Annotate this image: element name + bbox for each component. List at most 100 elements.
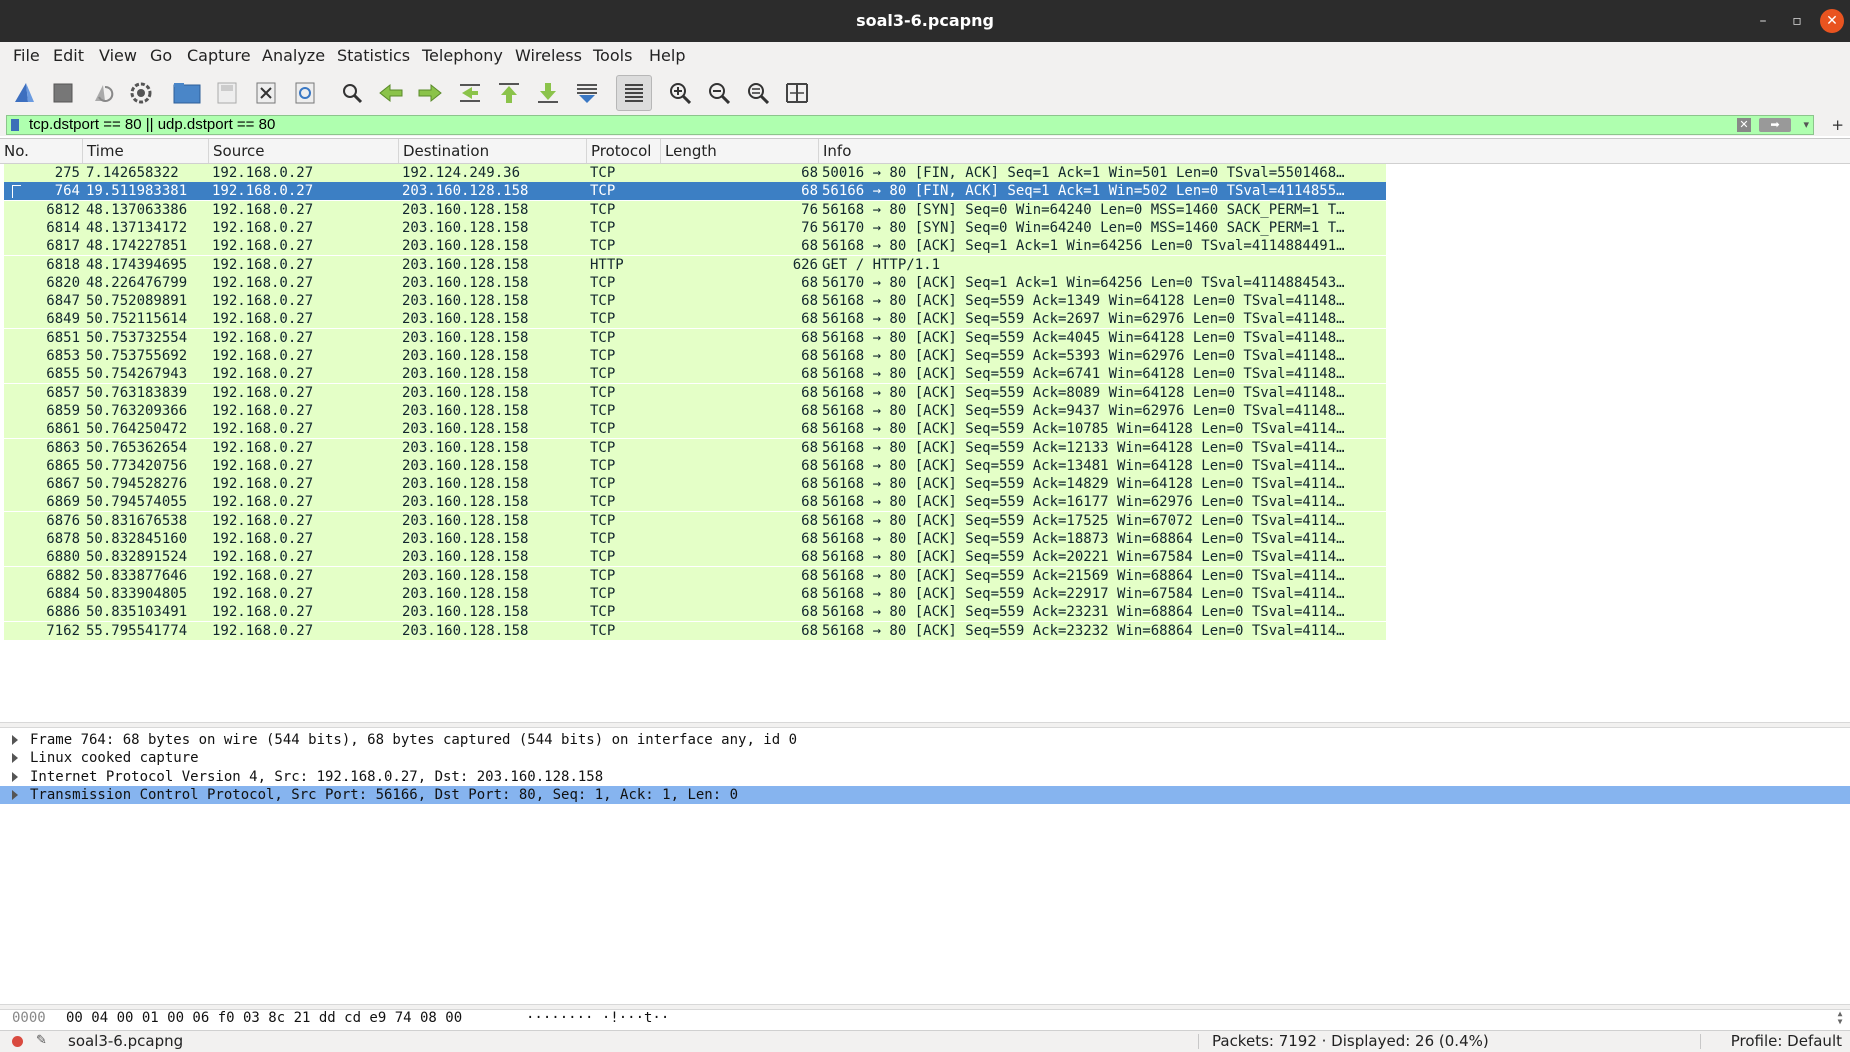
menu-help[interactable]: Help [649, 42, 685, 70]
expand-arrow-icon[interactable] [12, 771, 18, 782]
detail-tree-item[interactable]: Internet Protocol Version 4, Src: 192.16… [0, 768, 1850, 786]
packet-length: 68 [801, 384, 818, 401]
detail-tree-item[interactable]: Linux cooked capture [0, 749, 1850, 767]
zoom-out-icon[interactable] [704, 78, 734, 108]
capture-options-icon[interactable] [126, 78, 156, 108]
packet-row[interactable]: 6818 48.174394695 192.168.0.27 203.160.128.… [4, 255, 1386, 274]
column-header-source[interactable]: Source [208, 139, 398, 163]
expand-arrow-icon[interactable] [12, 735, 18, 745]
column-header-time[interactable]: Time [82, 139, 208, 163]
menu-capture[interactable]: Capture [187, 42, 251, 70]
packet-row[interactable]: 6849 50.752115614 192.168.0.27 203.160.128.… [4, 310, 1386, 329]
apply-filter-icon[interactable]: ➡ [1759, 118, 1791, 132]
maximize-icon[interactable]: ▫ [1785, 9, 1809, 33]
menu-edit[interactable]: Edit [53, 42, 84, 70]
resize-columns-icon[interactable] [782, 78, 812, 108]
autoscroll-icon[interactable] [572, 78, 602, 108]
packet-row[interactable]: 6812 48.137063386 192.168.0.27 203.160.128.… [4, 200, 1386, 219]
column-header-info[interactable]: Info [818, 139, 1388, 163]
packet-row[interactable]: 6820 48.226476799 192.168.0.27 203.160.128.… [4, 273, 1386, 292]
packet-row[interactable]: 6880 50.832891524 192.168.0.27 203.160.128.… [4, 548, 1386, 567]
packet-row[interactable]: 6859 50.763209366 192.168.0.27 203.160.128.… [4, 401, 1386, 420]
detail-tree-item[interactable]: Frame 764: 68 bytes on wire (544 bits), … [0, 731, 1850, 749]
close-file-icon[interactable] [251, 78, 281, 108]
colorize-icon[interactable] [616, 75, 652, 111]
packet-row[interactable]: 6867 50.794528276 192.168.0.27 203.160.128.… [4, 475, 1386, 494]
detail-tree-item[interactable]: Transmission Control Protocol, Src Port:… [0, 785, 1850, 804]
packet-row[interactable]: 6886 50.835103491 192.168.0.27 203.160.128.… [4, 603, 1386, 622]
bytes-scrollbar[interactable]: ▲ ▼ [1834, 1010, 1846, 1027]
packet-source: 192.168.0.27 [212, 439, 314, 456]
menu-statistics[interactable]: Statistics [337, 42, 410, 70]
restart-capture-icon[interactable] [88, 78, 118, 108]
bytes-ascii[interactable]: ········ ·!···t·· [526, 1010, 669, 1027]
packet-time: 50.752115614 [86, 311, 188, 328]
expand-arrow-icon[interactable] [12, 753, 18, 764]
find-packet-icon[interactable] [337, 78, 367, 108]
menu-telephony[interactable]: Telephony [422, 42, 503, 70]
packet-row[interactable]: 6863 50.765362654 192.168.0.27 203.160.128.… [4, 438, 1386, 457]
expert-info-icon[interactable] [12, 1036, 23, 1047]
go-forward-icon[interactable] [415, 78, 445, 108]
scroll-down-icon[interactable]: ▼ [1834, 1018, 1846, 1026]
filter-history-dropdown-icon[interactable]: ▾ [1803, 116, 1809, 134]
packet-length: 68 [801, 183, 818, 200]
packet-row[interactable]: 6869 50.794574055 192.168.0.27 203.160.128.… [4, 493, 1386, 512]
save-file-icon[interactable] [212, 78, 242, 108]
clear-filter-icon[interactable]: ✕ [1737, 118, 1751, 132]
expand-arrow-icon[interactable] [12, 789, 18, 800]
status-profile[interactable]: Profile: Default [1731, 1031, 1842, 1052]
packet-destination: 203.160.128.158 [402, 384, 529, 401]
column-header-no[interactable]: No. [0, 139, 84, 163]
packet-row[interactable]: 6882 50.833877646 192.168.0.27 203.160.128.… [4, 566, 1386, 585]
packet-row[interactable]: 6861 50.764250472 192.168.0.27 203.160.128.… [4, 420, 1386, 439]
normal-size-icon[interactable] [743, 78, 773, 108]
packet-row[interactable]: 6853 50.753755692 192.168.0.27 203.160.128.… [4, 347, 1386, 365]
packet-row[interactable]: 7162 55.795541774 192.168.0.27 203.160.128.… [4, 621, 1386, 640]
packet-row[interactable]: 6876 50.831676538 192.168.0.27 203.160.128.… [4, 511, 1386, 530]
menu-view[interactable]: View [99, 42, 137, 70]
filter-bookmark-icon[interactable] [11, 119, 19, 131]
status-file-name: soal3-6.pcapng [68, 1032, 184, 1050]
packet-row[interactable]: 6857 50.763183839 192.168.0.27 203.160.128.… [4, 383, 1386, 402]
packet-row[interactable]: 6855 50.754267943 192.168.0.27 203.160.128.… [4, 365, 1386, 384]
display-filter-input[interactable]: tcp.dstport == 80 || udp.dstport == 80 ✕… [6, 115, 1814, 135]
packet-row[interactable]: 6817 48.174227851 192.168.0.27 203.160.128.… [4, 237, 1386, 256]
packet-row[interactable]: 275 7.142658322 192.168.0.27 192.124.249.36… [4, 164, 1386, 182]
menu-file[interactable]: File [13, 42, 40, 70]
packet-protocol: TCP [590, 476, 616, 493]
packet-row[interactable]: 6878 50.832845160 192.168.0.27 203.160.128.… [4, 530, 1386, 548]
menu-tools[interactable]: Tools [593, 42, 632, 70]
go-to-packet-icon[interactable] [455, 78, 485, 108]
minimize-icon[interactable]: – [1751, 9, 1775, 33]
packet-row[interactable]: 6851 50.753732554 192.168.0.27 203.160.128.… [4, 328, 1386, 347]
go-back-icon[interactable] [376, 78, 406, 108]
bytes-hex[interactable]: 00 04 00 01 00 06 f0 03 8c 21 dd cd e9 7… [66, 1010, 462, 1027]
add-filter-button-icon[interactable]: + [1831, 114, 1844, 136]
zoom-in-icon[interactable] [665, 78, 695, 108]
packet-destination: 203.160.128.158 [402, 549, 529, 566]
menu-go[interactable]: Go [150, 42, 172, 70]
column-header-length[interactable]: Length [660, 139, 820, 163]
column-header-protocol[interactable]: Protocol [586, 139, 660, 163]
bytes-offset: 0000 [12, 1010, 46, 1026]
open-file-icon[interactable] [172, 78, 202, 108]
packet-destination: 203.160.128.158 [402, 494, 529, 511]
column-header-destination[interactable]: Destination [398, 139, 588, 163]
packet-row[interactable]: 6865 50.773420756 192.168.0.27 203.160.128.… [4, 456, 1386, 475]
packet-info: 56168 → 80 [ACK] Seq=559 Ack=22917 Win=6… [822, 585, 1345, 602]
display-filter-text[interactable]: tcp.dstport == 80 || udp.dstport == 80 [29, 116, 275, 134]
stop-capture-icon[interactable] [48, 78, 78, 108]
menu-wireless[interactable]: Wireless [515, 42, 582, 70]
packet-row[interactable]: 6814 48.137134172 192.168.0.27 203.160.128.… [4, 218, 1386, 237]
packet-row[interactable]: 6884 50.833904805 192.168.0.27 203.160.128.… [4, 584, 1386, 603]
last-packet-icon[interactable] [533, 78, 563, 108]
close-icon[interactable]: ✕ [1820, 9, 1844, 33]
packet-row[interactable]: 6847 50.752089891 192.168.0.27 203.160.128.… [4, 292, 1386, 311]
packet-row[interactable]: 764 19.511983381 192.168.0.27 203.160.128.1… [4, 182, 1386, 201]
first-packet-icon[interactable] [494, 78, 524, 108]
menu-analyze[interactable]: Analyze [262, 42, 325, 70]
shark-start-icon[interactable] [10, 78, 40, 108]
reload-file-icon[interactable] [290, 78, 320, 108]
edit-comment-icon[interactable]: ✎ [36, 1033, 47, 1048]
